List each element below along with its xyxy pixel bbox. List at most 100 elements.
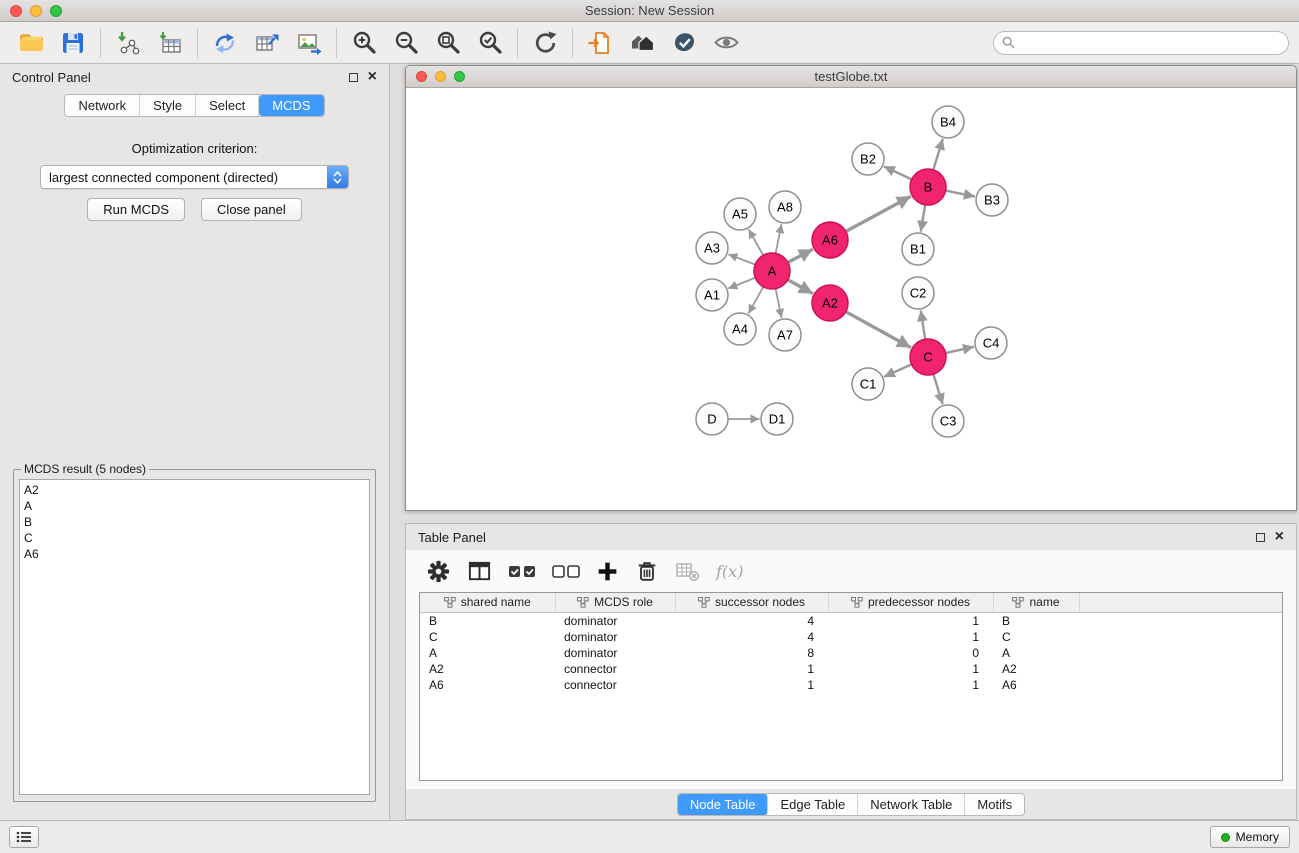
toolbar-separator <box>100 28 101 58</box>
graph-edge[interactable] <box>788 280 813 294</box>
import-table-button[interactable] <box>149 25 191 61</box>
tab-select[interactable]: Select <box>196 95 259 116</box>
graph-node-label: A4 <box>732 322 748 337</box>
graph-edge[interactable] <box>728 254 755 264</box>
graph-edge[interactable] <box>921 310 926 339</box>
zoom-window-button[interactable] <box>50 5 62 17</box>
close-panel-icon[interactable]: × <box>368 69 377 85</box>
search-input[interactable] <box>1020 35 1280 50</box>
graph-node-label: A7 <box>777 328 793 343</box>
select-all-rows-button[interactable] <box>508 559 536 584</box>
zoom-selected-button[interactable] <box>469 25 511 61</box>
network-graph[interactable]: AA6A2BCA1A3A4A5A7A8B1B2B3B4C1C2C3C4DD1 <box>406 88 1296 510</box>
mcds-result-list[interactable]: A2ABCA6 <box>19 479 370 795</box>
float-panel-icon[interactable] <box>349 73 358 82</box>
criterion-dropdown[interactable]: largest connected component (directed) <box>40 165 349 189</box>
graph-edge[interactable] <box>748 287 763 314</box>
open-session-button[interactable] <box>10 25 52 61</box>
column-header[interactable]: name <box>993 593 1079 612</box>
table-row[interactable]: A6connector11A6 <box>420 677 1282 693</box>
tab-network-table[interactable]: Network Table <box>858 794 965 815</box>
minimize-window-button[interactable] <box>30 5 42 17</box>
close-network-window-button[interactable] <box>416 71 427 82</box>
zoom-in-button[interactable] <box>343 25 385 61</box>
minimize-network-window-button[interactable] <box>435 71 446 82</box>
export-image-button[interactable] <box>288 25 330 61</box>
graph-edge[interactable] <box>728 278 755 289</box>
table-row[interactable]: Adominator80A <box>420 645 1282 661</box>
tab-node-table[interactable]: Node Table <box>678 794 769 815</box>
graph-edge[interactable] <box>788 249 813 262</box>
table-row[interactable]: A2connector11A2 <box>420 661 1282 677</box>
float-table-panel-icon[interactable] <box>1256 533 1265 542</box>
graph-node-label: C4 <box>983 336 1000 351</box>
delete-table-button[interactable] <box>675 559 700 583</box>
graph-edge[interactable] <box>884 364 912 376</box>
graph-edge[interactable] <box>776 289 782 318</box>
mcds-result-item[interactable]: A2 <box>24 482 365 498</box>
window-controls <box>10 5 62 17</box>
column-header[interactable]: successor nodes <box>675 593 828 612</box>
tab-style[interactable]: Style <box>140 95 196 116</box>
apply-layout-button[interactable] <box>524 25 566 61</box>
function-builder-button[interactable]: f(x) <box>716 562 743 581</box>
column-header[interactable]: shared name <box>420 593 555 612</box>
close-window-button[interactable] <box>10 5 22 17</box>
column-header[interactable]: MCDS role <box>555 593 675 612</box>
graph-edge[interactable] <box>921 205 925 232</box>
export-table-button[interactable] <box>246 25 288 61</box>
table-row[interactable]: Cdominator41C <box>420 629 1282 645</box>
mcds-result-item[interactable]: C <box>24 530 365 546</box>
table-settings-button[interactable] <box>426 559 451 584</box>
show-columns-button[interactable] <box>467 559 492 584</box>
tab-network[interactable]: Network <box>65 95 140 116</box>
homes-icon <box>629 29 656 56</box>
mcds-result-item[interactable]: A <box>24 498 365 514</box>
graphics-details-button[interactable] <box>705 25 747 61</box>
browser-home-button[interactable] <box>621 25 663 61</box>
table-body: Bdominator41BCdominator41CAdominator80AA… <box>420 612 1282 693</box>
graph-edge[interactable] <box>933 374 942 404</box>
memory-button[interactable]: Memory <box>1210 826 1290 848</box>
graph-edge[interactable] <box>884 166 912 179</box>
tab-edge-table[interactable]: Edge Table <box>768 794 858 815</box>
control-panel-title: Control Panel <box>12 70 91 85</box>
graph-node-label: B1 <box>910 242 926 257</box>
run-mcds-button[interactable]: Run MCDS <box>87 198 185 221</box>
apply-style-button[interactable] <box>663 25 705 61</box>
graph-edge[interactable] <box>846 312 911 348</box>
graph-edge[interactable] <box>946 191 975 197</box>
graph-edge[interactable] <box>846 196 911 231</box>
create-column-button[interactable] <box>596 560 619 583</box>
toolbar-separator <box>197 28 198 58</box>
tab-mcds[interactable]: MCDS <box>259 95 323 116</box>
zoom-in-icon <box>351 29 378 56</box>
export-network-button[interactable] <box>204 25 246 61</box>
curated-pathways-button[interactable] <box>579 25 621 61</box>
graph-edge[interactable] <box>946 347 974 353</box>
graph-edge[interactable] <box>933 139 943 170</box>
search-icon <box>1002 36 1015 49</box>
task-history-button[interactable] <box>9 826 39 848</box>
network-window-titlebar[interactable]: testGlobe.txt <box>406 66 1296 88</box>
zoom-fit-button[interactable] <box>427 25 469 61</box>
graph-node-label: A <box>768 264 777 279</box>
deselect-all-rows-button[interactable] <box>552 559 580 584</box>
tab-motifs[interactable]: Motifs <box>965 794 1024 815</box>
close-panel-button[interactable]: Close panel <box>201 198 302 221</box>
save-session-button[interactable] <box>52 25 94 61</box>
table-row[interactable]: Bdominator41B <box>420 612 1282 629</box>
network-window-controls <box>416 71 465 82</box>
graph-node-label: A5 <box>732 207 748 222</box>
close-table-panel-icon[interactable]: × <box>1275 529 1284 545</box>
column-header[interactable]: predecessor nodes <box>828 593 993 612</box>
zoom-network-window-button[interactable] <box>454 71 465 82</box>
mcds-result-item[interactable]: B <box>24 514 365 530</box>
zoom-out-button[interactable] <box>385 25 427 61</box>
graph-edge[interactable] <box>749 229 764 255</box>
delete-column-button[interactable] <box>635 559 659 583</box>
import-network-button[interactable] <box>107 25 149 61</box>
mcds-result-item[interactable]: A6 <box>24 546 365 562</box>
graph-edge[interactable] <box>776 224 782 253</box>
network-canvas[interactable]: AA6A2BCA1A3A4A5A7A8B1B2B3B4C1C2C3C4DD1 <box>406 88 1296 510</box>
